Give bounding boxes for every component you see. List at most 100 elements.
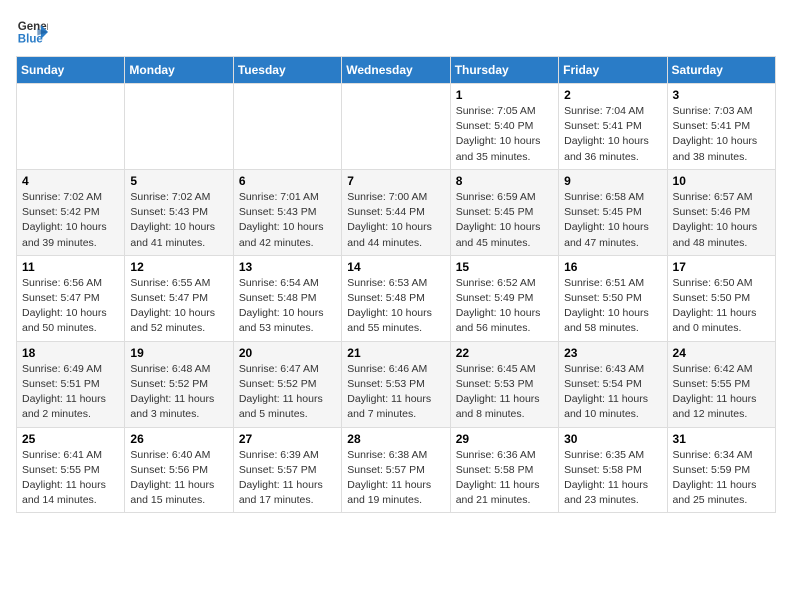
day-info: Sunrise: 7:02 AM Sunset: 5:42 PM Dayligh… — [22, 190, 119, 251]
column-header-sunday: Sunday — [17, 57, 125, 84]
day-info: Sunrise: 6:48 AM Sunset: 5:52 PM Dayligh… — [130, 362, 227, 423]
week-row: 25Sunrise: 6:41 AM Sunset: 5:55 PM Dayli… — [17, 427, 776, 513]
day-info: Sunrise: 6:50 AM Sunset: 5:50 PM Dayligh… — [673, 276, 770, 337]
calendar-cell: 1 Sunrise: 7:05 AM Sunset: 5:40 PM Daylig… — [450, 84, 558, 170]
page-header: General Blue — [16, 16, 776, 48]
day-info: Sunrise: 6:41 AM Sunset: 5:55 PM Dayligh… — [22, 448, 119, 509]
calendar-cell: 15 Sunrise: 6:52 AM Sunset: 5:49 PM Dayli… — [450, 255, 558, 341]
calendar-cell: 27 Sunrise: 6:39 AM Sunset: 5:57 PM Dayli… — [233, 427, 341, 513]
day-info: Sunrise: 7:05 AM Sunset: 5:40 PM Dayligh… — [456, 104, 553, 165]
day-number: 26 — [130, 432, 227, 446]
day-info: Sunrise: 6:43 AM Sunset: 5:54 PM Dayligh… — [564, 362, 661, 423]
svg-text:Blue: Blue — [18, 34, 44, 46]
day-number: 8 — [456, 174, 553, 188]
day-number: 31 — [673, 432, 770, 446]
calendar-cell: 2Sunrise: 7:04 AM Sunset: 5:41 PM Daylig… — [559, 84, 667, 170]
day-info: Sunrise: 6:59 AM Sunset: 5:45 PM Dayligh… — [456, 190, 553, 251]
calendar-cell: 16 Sunrise: 6:51 AM Sunset: 5:50 PM Dayli… — [559, 255, 667, 341]
calendar-cell: 17Sunrise: 6:50 AM Sunset: 5:50 PM Dayli… — [667, 255, 775, 341]
calendar-cell: 13 Sunrise: 6:54 AM Sunset: 5:48 PM Dayli… — [233, 255, 341, 341]
calendar-cell: 7 Sunrise: 7:00 AM Sunset: 5:44 PM Daylig… — [342, 169, 450, 255]
day-info: Sunrise: 6:52 AM Sunset: 5:49 PM Dayligh… — [456, 276, 553, 337]
calendar-cell: 4 Sunrise: 7:02 AM Sunset: 5:42 PM Daylig… — [17, 169, 125, 255]
day-info: Sunrise: 6:39 AM Sunset: 5:57 PM Dayligh… — [239, 448, 336, 509]
column-header-tuesday: Tuesday — [233, 57, 341, 84]
week-row: 4 Sunrise: 7:02 AM Sunset: 5:42 PM Daylig… — [17, 169, 776, 255]
calendar-cell: 28 Sunrise: 6:38 AM Sunset: 5:57 PM Dayli… — [342, 427, 450, 513]
day-number: 20 — [239, 346, 336, 360]
calendar-cell — [342, 84, 450, 170]
day-number: 22 — [456, 346, 553, 360]
day-info: Sunrise: 6:35 AM Sunset: 5:58 PM Dayligh… — [564, 448, 661, 509]
day-info: Sunrise: 6:46 AM Sunset: 5:53 PM Dayligh… — [347, 362, 444, 423]
day-number: 23 — [564, 346, 661, 360]
day-number: 18 — [22, 346, 119, 360]
day-info: Sunrise: 6:58 AM Sunset: 5:45 PM Dayligh… — [564, 190, 661, 251]
calendar-cell — [233, 84, 341, 170]
day-info: Sunrise: 6:57 AM Sunset: 5:46 PM Dayligh… — [673, 190, 770, 251]
calendar-cell: 24 Sunrise: 6:42 AM Sunset: 5:55 PM Dayli… — [667, 341, 775, 427]
day-info: Sunrise: 6:42 AM Sunset: 5:55 PM Dayligh… — [673, 362, 770, 423]
day-number: 30 — [564, 432, 661, 446]
calendar-cell: 31 Sunrise: 6:34 AM Sunset: 5:59 PM Dayli… — [667, 427, 775, 513]
column-header-monday: Monday — [125, 57, 233, 84]
day-info: Sunrise: 7:04 AM Sunset: 5:41 PM Dayligh… — [564, 104, 661, 165]
day-number: 21 — [347, 346, 444, 360]
day-number: 1 — [456, 88, 553, 102]
day-info: Sunrise: 6:36 AM Sunset: 5:58 PM Dayligh… — [456, 448, 553, 509]
day-info: Sunrise: 7:03 AM Sunset: 5:41 PM Dayligh… — [673, 104, 770, 165]
calendar-cell: 22 Sunrise: 6:45 AM Sunset: 5:53 PM Dayli… — [450, 341, 558, 427]
day-number: 15 — [456, 260, 553, 274]
day-number: 10 — [673, 174, 770, 188]
header-row: SundayMondayTuesdayWednesdayThursdayFrid… — [17, 57, 776, 84]
day-number: 27 — [239, 432, 336, 446]
logo: General Blue — [16, 16, 48, 48]
calendar-cell: 30 Sunrise: 6:35 AM Sunset: 5:58 PM Dayli… — [559, 427, 667, 513]
day-info: Sunrise: 6:47 AM Sunset: 5:52 PM Dayligh… — [239, 362, 336, 423]
calendar-cell: 14 Sunrise: 6:53 AM Sunset: 5:48 PM Dayli… — [342, 255, 450, 341]
week-row: 18 Sunrise: 6:49 AM Sunset: 5:51 PM Dayli… — [17, 341, 776, 427]
day-number: 4 — [22, 174, 119, 188]
calendar-cell: 26Sunrise: 6:40 AM Sunset: 5:56 PM Dayli… — [125, 427, 233, 513]
calendar-cell: 6Sunrise: 7:01 AM Sunset: 5:43 PM Daylig… — [233, 169, 341, 255]
logo-icon: General Blue — [16, 16, 48, 48]
calendar-cell — [17, 84, 125, 170]
calendar-cell: 18 Sunrise: 6:49 AM Sunset: 5:51 PM Dayli… — [17, 341, 125, 427]
day-number: 7 — [347, 174, 444, 188]
calendar-cell: 5 Sunrise: 7:02 AM Sunset: 5:43 PM Daylig… — [125, 169, 233, 255]
day-number: 14 — [347, 260, 444, 274]
day-info: Sunrise: 7:02 AM Sunset: 5:43 PM Dayligh… — [130, 190, 227, 251]
calendar-cell: 25Sunrise: 6:41 AM Sunset: 5:55 PM Dayli… — [17, 427, 125, 513]
day-number: 13 — [239, 260, 336, 274]
day-info: Sunrise: 7:01 AM Sunset: 5:43 PM Dayligh… — [239, 190, 336, 251]
day-info: Sunrise: 6:51 AM Sunset: 5:50 PM Dayligh… — [564, 276, 661, 337]
day-number: 16 — [564, 260, 661, 274]
calendar-cell: 20 Sunrise: 6:47 AM Sunset: 5:52 PM Dayli… — [233, 341, 341, 427]
day-info: Sunrise: 6:49 AM Sunset: 5:51 PM Dayligh… — [22, 362, 119, 423]
day-info: Sunrise: 6:38 AM Sunset: 5:57 PM Dayligh… — [347, 448, 444, 509]
week-row: 1 Sunrise: 7:05 AM Sunset: 5:40 PM Daylig… — [17, 84, 776, 170]
calendar-cell: 19 Sunrise: 6:48 AM Sunset: 5:52 PM Dayli… — [125, 341, 233, 427]
day-info: Sunrise: 6:56 AM Sunset: 5:47 PM Dayligh… — [22, 276, 119, 337]
day-number: 9 — [564, 174, 661, 188]
day-info: Sunrise: 7:00 AM Sunset: 5:44 PM Dayligh… — [347, 190, 444, 251]
column-header-friday: Friday — [559, 57, 667, 84]
calendar-cell: 29Sunrise: 6:36 AM Sunset: 5:58 PM Dayli… — [450, 427, 558, 513]
day-info: Sunrise: 6:54 AM Sunset: 5:48 PM Dayligh… — [239, 276, 336, 337]
day-number: 28 — [347, 432, 444, 446]
day-number: 19 — [130, 346, 227, 360]
column-header-thursday: Thursday — [450, 57, 558, 84]
day-info: Sunrise: 6:34 AM Sunset: 5:59 PM Dayligh… — [673, 448, 770, 509]
column-header-saturday: Saturday — [667, 57, 775, 84]
day-info: Sunrise: 6:53 AM Sunset: 5:48 PM Dayligh… — [347, 276, 444, 337]
day-info: Sunrise: 6:45 AM Sunset: 5:53 PM Dayligh… — [456, 362, 553, 423]
day-number: 12 — [130, 260, 227, 274]
calendar-cell — [125, 84, 233, 170]
day-number: 5 — [130, 174, 227, 188]
calendar-cell: 9 Sunrise: 6:58 AM Sunset: 5:45 PM Daylig… — [559, 169, 667, 255]
week-row: 11 Sunrise: 6:56 AM Sunset: 5:47 PM Dayli… — [17, 255, 776, 341]
day-number: 24 — [673, 346, 770, 360]
column-header-wednesday: Wednesday — [342, 57, 450, 84]
calendar-cell: 3Sunrise: 7:03 AM Sunset: 5:41 PM Daylig… — [667, 84, 775, 170]
day-number: 11 — [22, 260, 119, 274]
